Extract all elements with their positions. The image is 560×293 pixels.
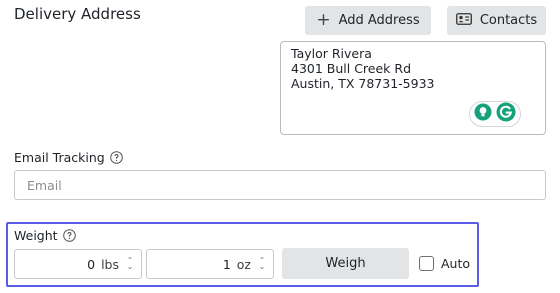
weight-lbs-input[interactable]: 0 lbs ⌃ ⌄ xyxy=(14,249,142,279)
contacts-button[interactable]: Contacts xyxy=(447,6,546,35)
oz-stepper-icon[interactable]: ⌃ ⌄ xyxy=(257,257,267,271)
grammarly-logo-icon[interactable] xyxy=(496,102,516,126)
auto-label[interactable]: Auto xyxy=(441,256,470,271)
weight-label: Weight xyxy=(14,228,58,243)
plus-icon: + xyxy=(316,10,331,30)
email-tracking-label-row: Email Tracking xyxy=(14,150,123,165)
email-placeholder: Email xyxy=(27,177,62,193)
help-icon[interactable] xyxy=(109,151,123,164)
email-input[interactable]: Email xyxy=(14,170,546,200)
weigh-label: Weigh xyxy=(325,256,366,271)
oz-value: 1 xyxy=(222,256,231,272)
address-line: Austin, TX 78731-5933 xyxy=(291,76,435,91)
weight-label-row: Weight xyxy=(14,228,76,243)
address-line: 4301 Bull Creek Rd xyxy=(291,61,412,76)
weight-oz-input[interactable]: 1 oz ⌃ ⌄ xyxy=(146,249,274,279)
weigh-button[interactable]: Weigh xyxy=(282,248,409,279)
grammarly-widget[interactable] xyxy=(469,101,521,127)
add-address-button[interactable]: + Add Address xyxy=(305,6,431,35)
auto-checkbox[interactable] xyxy=(419,256,434,271)
lbs-value: 0 xyxy=(87,256,96,272)
delivery-address-title: Delivery Address xyxy=(14,5,141,23)
lbs-unit: lbs xyxy=(101,256,119,272)
address-line: Taylor Rivera xyxy=(291,46,372,61)
help-icon[interactable] xyxy=(62,229,76,242)
contact-card-icon xyxy=(455,12,472,29)
add-address-label: Add Address xyxy=(338,13,420,28)
contacts-label: Contacts xyxy=(479,13,538,28)
lbs-stepper-icon[interactable]: ⌃ ⌄ xyxy=(125,257,135,271)
email-tracking-label: Email Tracking xyxy=(14,150,105,165)
lightbulb-icon[interactable] xyxy=(474,103,492,125)
oz-unit: oz xyxy=(236,256,251,272)
